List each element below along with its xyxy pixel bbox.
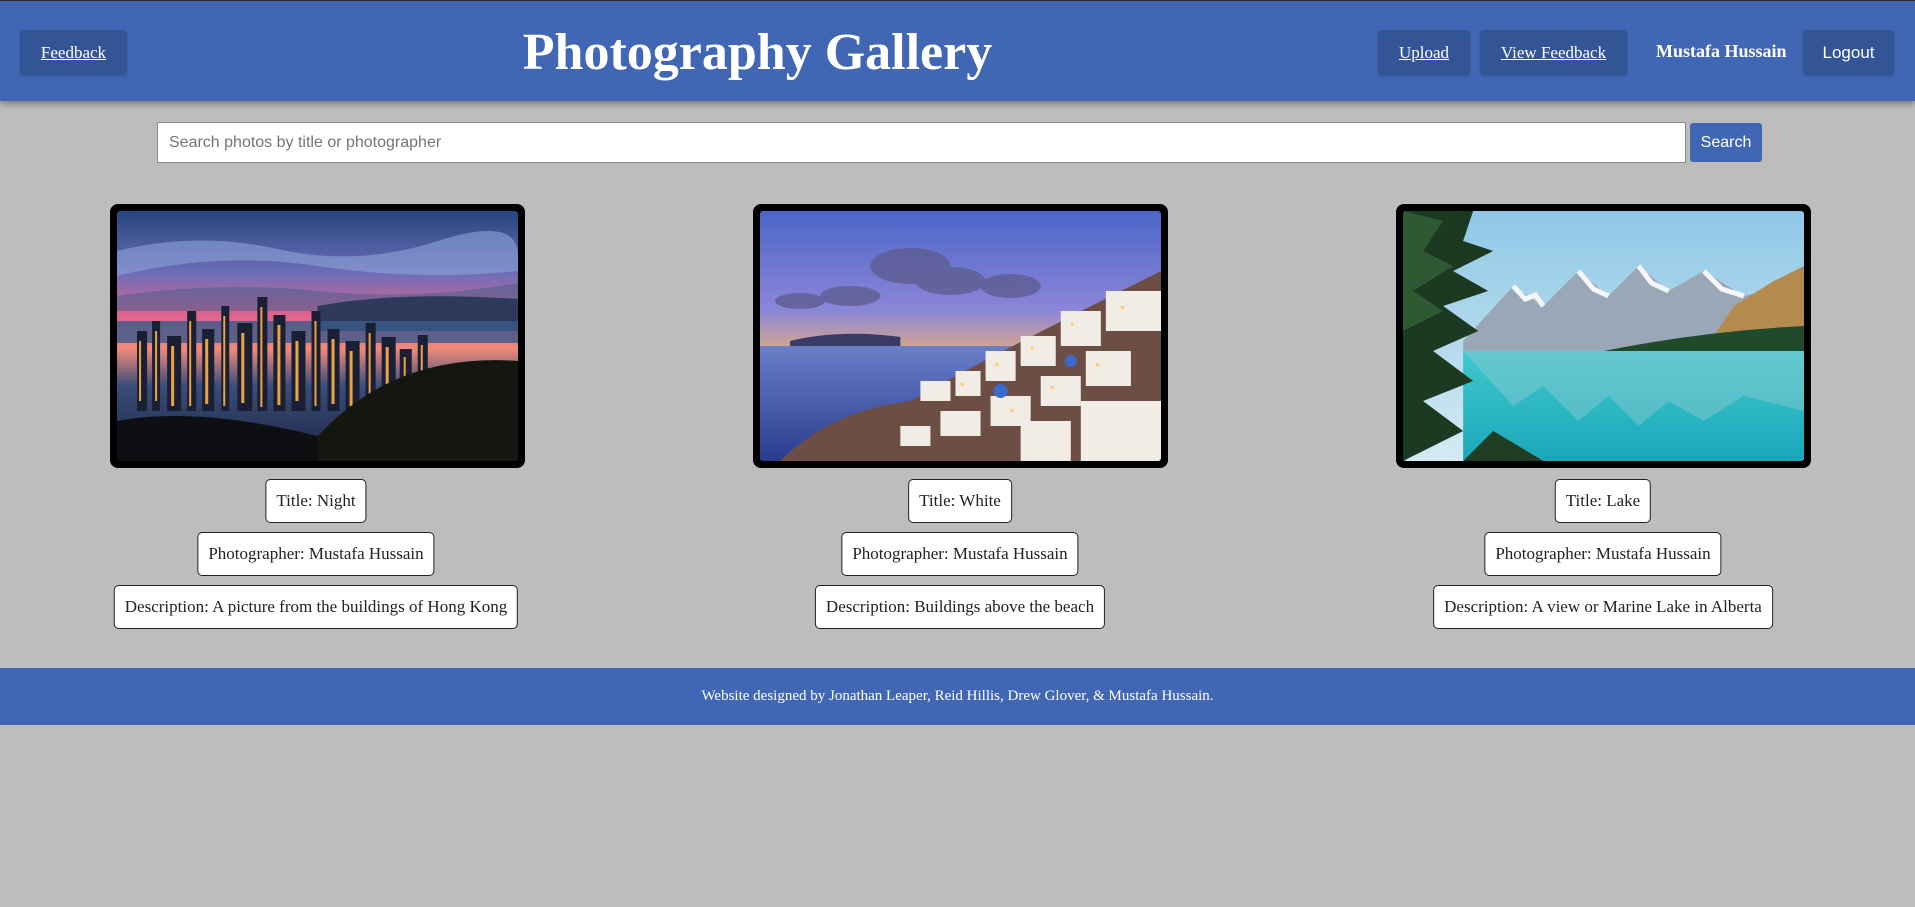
photo-night-city[interactable]: [117, 211, 518, 461]
site-header: Feedback Photography Gallery Upload View…: [0, 0, 1915, 101]
photo-title: Title: Lake: [1554, 479, 1652, 523]
logout-button[interactable]: Logout: [1803, 30, 1894, 75]
site-footer: Website designed by Jonathan Leaper, Rei…: [0, 668, 1915, 725]
footer-credits: Website designed by Jonathan Leaper, Rei…: [701, 688, 1214, 704]
photo-photographer: Photographer: Mustafa Hussain: [1484, 532, 1722, 576]
photo-photographer: Photographer: Mustafa Hussain: [841, 532, 1079, 576]
photo-frame: [1396, 204, 1811, 468]
photo-frame: [110, 204, 525, 468]
photo-title: Title: White: [908, 479, 1012, 523]
photo-description: Description: Buildings above the beach: [814, 585, 1106, 629]
user-name: Mustafa Hussain: [1656, 41, 1787, 61]
view-feedback-button[interactable]: View Feedback: [1480, 30, 1627, 75]
search-input[interactable]: [157, 122, 1686, 163]
search-button[interactable]: Search: [1690, 123, 1762, 162]
photo-white-village[interactable]: [760, 211, 1161, 461]
photo-photographer: Photographer: Mustafa Hussain: [197, 532, 435, 576]
upload-button[interactable]: Upload: [1378, 30, 1470, 75]
photo-description: Description: A view or Marine Lake in Al…: [1433, 585, 1773, 629]
photo-description: Description: A picture from the building…: [113, 585, 519, 629]
photo-title: Title: Night: [265, 479, 367, 523]
photo-frame: [753, 204, 1168, 468]
page-title: Photography Gallery: [522, 24, 993, 81]
photo-lake[interactable]: [1403, 211, 1804, 461]
